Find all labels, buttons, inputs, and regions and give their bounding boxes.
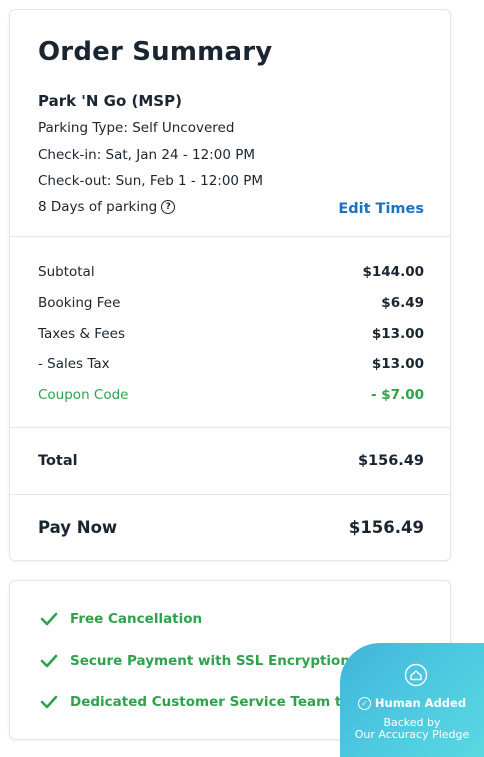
charge-label: - Sales Tax — [38, 356, 110, 372]
house-shield-icon — [404, 663, 428, 687]
parking-type: Parking Type: Self Uncovered — [38, 120, 235, 136]
charge-label: Booking Fee — [38, 295, 121, 311]
parking-duration: 8 Days of parking ? — [38, 199, 176, 215]
total-label: Total — [38, 453, 78, 469]
parking-duration-label: 8 Days of parking — [38, 199, 158, 215]
check-in-time: Check-in: Sat, Jan 24 - 12:00 PM — [38, 147, 255, 163]
edit-times-link[interactable]: Edit Times — [338, 201, 424, 217]
charge-label: Subtotal — [38, 264, 95, 280]
charge-amount: $144.00 — [362, 264, 425, 280]
parking-lot-name: Park 'N Go (MSP) — [38, 92, 182, 110]
total-amount: $156.49 — [357, 453, 424, 469]
charge-amount: $13.00 — [371, 326, 424, 342]
pay-now-amount: $156.49 — [348, 518, 424, 537]
check-circle-icon: ✓ — [357, 696, 371, 710]
pay-now-label: Pay Now — [38, 518, 118, 537]
checkmark-icon — [40, 695, 58, 709]
benefit-item: Dedicated Customer Service Team to Help — [40, 694, 390, 710]
charge-row-sales-tax: - Sales Tax $13.00 — [38, 356, 424, 372]
divider — [10, 427, 450, 428]
question-mark-icon[interactable]: ? — [161, 200, 176, 214]
check-out-time: Check-out: Sun, Feb 1 - 12:00 PM — [38, 173, 264, 189]
total-row: Total $156.49 — [38, 453, 424, 469]
badge-title: ✓ Human Added — [340, 696, 484, 710]
pay-now-row: Pay Now $156.49 — [38, 518, 424, 537]
benefit-item: Secure Payment with SSL Encryption — [40, 653, 350, 669]
badge-subtitle-line2: Our Accuracy Pledge — [354, 728, 470, 741]
charge-row-booking-fee: Booking Fee $6.49 — [38, 295, 424, 311]
coupon-label: Coupon Code — [38, 387, 129, 403]
page-title: Order Summary — [38, 37, 273, 67]
charge-amount: $13.00 — [371, 356, 424, 372]
charge-amount: $6.49 — [381, 295, 424, 311]
charge-row-subtotal: Subtotal $144.00 — [38, 264, 424, 280]
checkmark-icon — [40, 612, 58, 626]
charge-row-taxes-fees: Taxes & Fees $13.00 — [38, 326, 424, 342]
charge-label: Taxes & Fees — [38, 326, 125, 342]
charge-row-coupon: Coupon Code - $7.00 — [38, 387, 424, 403]
divider — [10, 494, 450, 495]
coupon-amount: - $7.00 — [370, 387, 424, 403]
divider — [10, 236, 450, 237]
checkmark-icon — [40, 654, 58, 668]
benefit-label: Secure Payment with SSL Encryption — [70, 653, 350, 669]
benefit-item: Free Cancellation — [40, 611, 202, 627]
order-summary-card: Order Summary Park 'N Go (MSP) Parking T… — [9, 9, 451, 561]
accuracy-pledge-badge[interactable]: ✓ Human Added Backed by Our Accuracy Ple… — [340, 643, 484, 757]
benefit-label: Free Cancellation — [70, 611, 203, 627]
badge-title-text: Human Added — [374, 696, 467, 710]
